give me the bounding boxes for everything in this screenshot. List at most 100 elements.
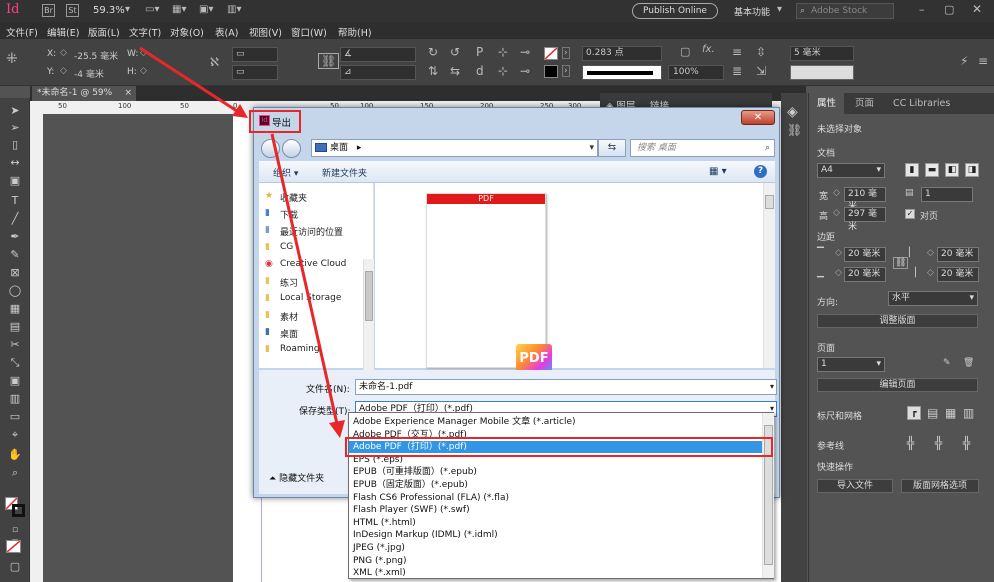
distribute-icon[interactable]: ⇲ <box>756 64 766 78</box>
link-icon[interactable]: ⛓ <box>318 53 340 69</box>
page-height-field[interactable]: 297 毫米 <box>844 207 886 232</box>
zoom-tool-icon[interactable]: ⌕ <box>8 466 22 480</box>
content-collector-icon[interactable]: ▣ <box>8 174 22 188</box>
minimize-icon[interactable]: – <box>919 3 925 16</box>
bridge-button[interactable]: Br <box>42 4 55 17</box>
spinner-icon[interactable]: ◇ <box>60 48 67 58</box>
organize-button[interactable]: 组织 ▾ <box>273 166 298 179</box>
scroll-thumb[interactable] <box>365 271 373 321</box>
margin-inside-field[interactable]: 20 毫米 <box>937 247 979 262</box>
spinner-icon[interactable]: ◇ <box>833 208 840 218</box>
refresh-button[interactable]: ⇆ <box>598 139 626 157</box>
nav-item[interactable]: 桌面 <box>280 327 298 340</box>
adjust-layout-button[interactable]: 调整版面 <box>817 314 978 328</box>
formatting-affects-container-icon[interactable]: ▫ T <box>8 523 22 549</box>
page-number-select[interactable]: 1 ▾ <box>817 357 885 372</box>
next-object-icon[interactable]: ⊸ <box>520 64 530 78</box>
document-grid-icon[interactable]: ▦ <box>945 406 956 420</box>
binding-right-icon[interactable]: ◨ <box>965 163 979 177</box>
scissors-tool-icon[interactable]: ✂ <box>8 338 22 352</box>
flip-both-icon[interactable]: d <box>476 64 484 78</box>
smart-guides-icon[interactable]: ╬ <box>935 436 942 450</box>
ellipse-tool-icon[interactable]: ◯ <box>8 284 22 298</box>
gap-field[interactable]: 5 毫米 <box>790 46 854 61</box>
menu-help[interactable]: 帮助(H) <box>338 25 372 39</box>
rotate-angle-field[interactable]: ∡ <box>340 47 416 62</box>
selection-tool-icon[interactable]: ➤ <box>8 104 22 118</box>
links-panel-icon[interactable]: ⛓ <box>787 123 802 137</box>
file-scrollbar[interactable] <box>763 183 775 368</box>
facing-pages-checkbox[interactable]: ✓ <box>905 209 915 219</box>
rectangle-frame-tool-icon[interactable]: ⊠ <box>8 266 22 280</box>
hide-folders-toggle[interactable]: ⏶ 隐藏文件夹 <box>269 471 324 484</box>
quick-apply-icon[interactable]: ⚡ <box>960 54 968 68</box>
back-button[interactable] <box>261 139 280 158</box>
note-tool-icon[interactable]: ▭ <box>8 410 22 424</box>
portrait-icon[interactable]: ▮ <box>905 163 919 177</box>
constrain-proportions-icon[interactable]: ℵ <box>210 55 219 69</box>
effects-icon[interactable]: fx. <box>702 44 715 55</box>
maximize-icon[interactable]: ▢ <box>944 3 954 16</box>
y-value[interactable]: -4 毫米 <box>74 67 104 80</box>
link-margins-icon[interactable]: ⛓ <box>893 257 909 269</box>
margin-bottom-field[interactable]: 20 毫米 <box>844 267 886 282</box>
layout-grid-icon[interactable]: ▥ <box>963 406 974 420</box>
panel-menu-icon[interactable]: ≡ <box>978 54 988 68</box>
reference-point-icon[interactable]: ⁜ <box>6 51 18 67</box>
publish-online-button[interactable]: Publish Online <box>632 3 718 19</box>
pdf-file-thumbnail[interactable]: PDF PDF <box>426 193 552 374</box>
edit-page-size-icon[interactable]: ✎ <box>943 358 951 368</box>
orientation-select[interactable]: 水平 ▾ <box>888 291 978 306</box>
address-bar[interactable]: 桌面 ▸ ▾ <box>311 139 598 157</box>
align-icon[interactable]: ⇳ <box>756 45 766 59</box>
save-type-option[interactable]: PNG (*.png) <box>353 555 407 567</box>
delete-page-icon[interactable]: 🗑 <box>963 358 974 368</box>
baseline-grid-icon[interactable]: ▤ <box>927 406 938 420</box>
save-type-option[interactable]: XML (*.xml) <box>353 567 406 579</box>
save-type-option[interactable]: JPEG (*.jpg) <box>353 542 405 554</box>
layout-grid-options-button[interactable]: 版面网格选项 <box>901 479 979 493</box>
rotate-ccw-icon[interactable]: ↺ <box>450 45 460 59</box>
line-tool-icon[interactable]: ╱ <box>8 212 22 226</box>
type-tool-icon[interactable]: T <box>8 194 22 208</box>
apply-none-icon[interactable] <box>6 540 21 553</box>
gap-tool-icon[interactable]: ↔ <box>8 156 22 170</box>
menu-window[interactable]: 窗口(W) <box>291 25 327 39</box>
nav-item[interactable]: CG <box>280 242 293 252</box>
pencil-tool-icon[interactable]: ✎ <box>8 248 22 262</box>
stroke-type-selector[interactable] <box>582 65 662 80</box>
stroke-swatch[interactable] <box>544 65 558 78</box>
arrange-documents-icon[interactable]: ▥▾ <box>227 4 241 15</box>
page-width-field[interactable]: 210 毫米 <box>844 187 886 212</box>
save-type-option[interactable]: EPUB（可重排版面）(*.epub) <box>353 466 477 478</box>
drop-shadow-icon[interactable]: ▢ <box>680 45 690 58</box>
margin-top-field[interactable]: 20 毫米 <box>844 247 886 262</box>
save-type-option[interactable]: EPUB（固定版面）(*.epub) <box>353 479 468 491</box>
save-type-option[interactable]: Adobe Experience Manager Mobile 文章 (*.ar… <box>353 416 576 428</box>
screen-mode-icon[interactable]: ▢ <box>8 560 22 574</box>
menu-file[interactable]: 文件(F) <box>6 25 38 39</box>
show-guides-icon[interactable]: ╬ <box>907 436 914 450</box>
help-icon[interactable]: ? <box>754 165 767 178</box>
filename-input[interactable]: 未命名-1.pdf ▾ <box>355 379 777 395</box>
x-value[interactable]: -25.5 毫米 <box>74 49 118 62</box>
scale-y-field[interactable]: ▭ <box>232 65 278 80</box>
chevron-down-icon[interactable]: ▾ <box>125 4 130 15</box>
forward-button[interactable] <box>282 139 301 158</box>
menu-view[interactable]: 视图(V) <box>249 25 282 39</box>
text-wrap-icon[interactable]: ≡ <box>732 45 742 59</box>
menu-edit[interactable]: 编辑(E) <box>47 25 79 39</box>
grid-tool-icon[interactable]: ▤ <box>8 320 22 334</box>
close-icon[interactable]: ✕ <box>972 2 982 16</box>
dialog-close-button[interactable]: ✕ <box>741 110 775 125</box>
gradient-feather-tool-icon[interactable]: ▥ <box>8 392 22 406</box>
margin-outside-field[interactable]: 20 毫米 <box>937 267 979 282</box>
menu-table[interactable]: 表(A) <box>215 25 238 39</box>
landscape-icon[interactable]: ▬ <box>925 163 939 177</box>
binding-left-icon[interactable]: ◧ <box>945 163 959 177</box>
nav-item[interactable]: 最近访问的位置 <box>280 225 343 238</box>
lock-guides-icon[interactable]: ╬ <box>963 436 970 450</box>
text-wrap-alt-icon[interactable]: ≣ <box>732 64 742 78</box>
table-tool-icon[interactable]: ▦ <box>8 302 22 316</box>
gradient-swatch-tool-icon[interactable]: ▣ <box>8 374 22 388</box>
